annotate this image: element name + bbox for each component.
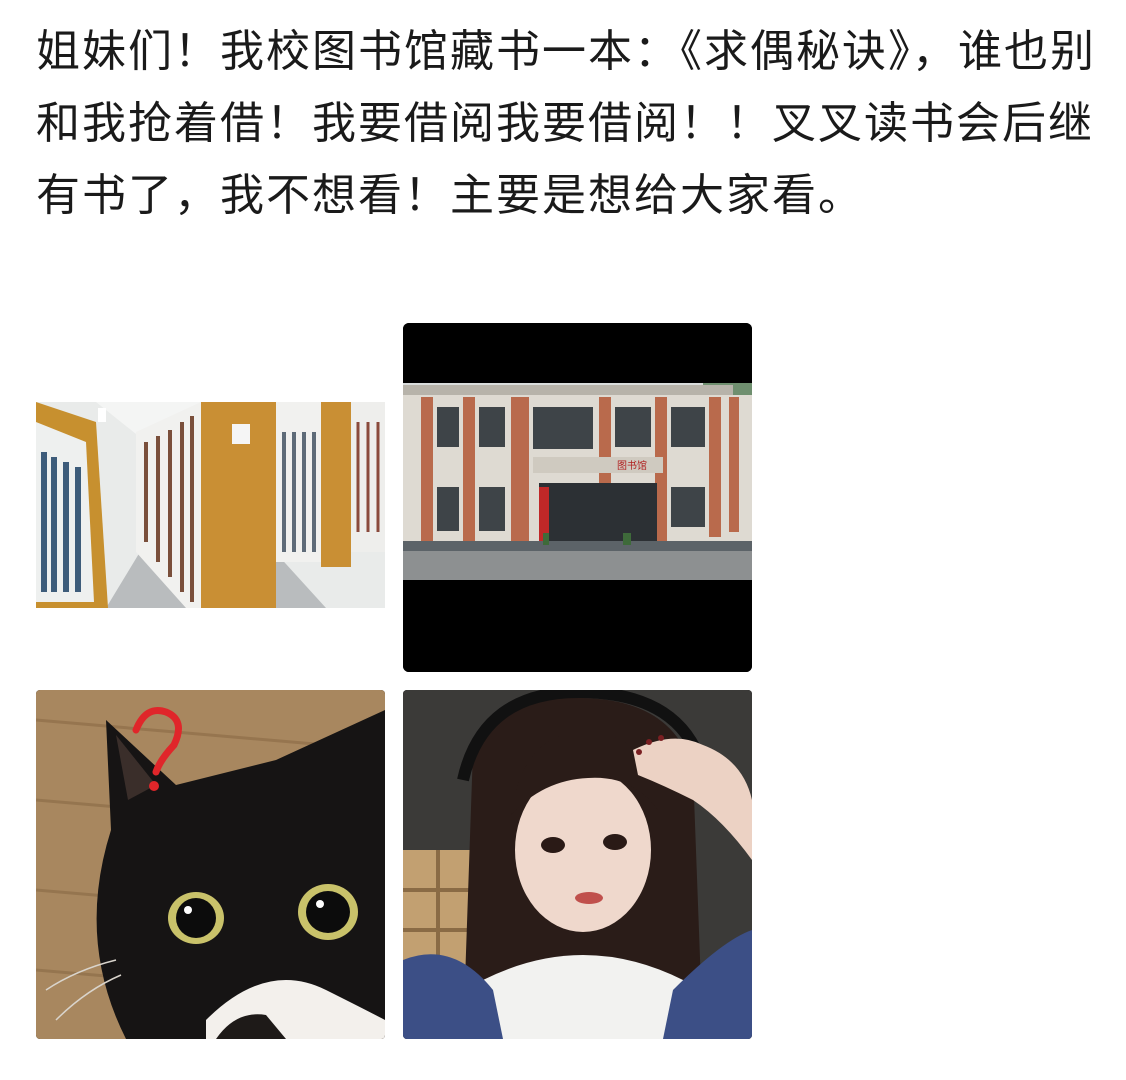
post-text: 姐妹们！我校图书馆藏书一本：《求偶秘诀》，谁也别和我抢着借！我要借阅我要借阅！！… — [36, 26, 1096, 221]
selfie-image[interactable] — [403, 690, 752, 1039]
black-cat-question-photo-icon — [36, 690, 385, 1039]
cat-image[interactable] — [36, 690, 385, 1039]
library-aisle-photo-icon — [36, 323, 385, 672]
library-building-image[interactable]: 图书馆 — [403, 323, 752, 672]
library-aisle-image[interactable] — [36, 323, 385, 672]
building-sign: 图书馆 — [617, 459, 647, 472]
girl-selfie-photo-icon — [403, 690, 752, 1039]
library-building-photo-icon: 图书馆 — [403, 323, 752, 672]
